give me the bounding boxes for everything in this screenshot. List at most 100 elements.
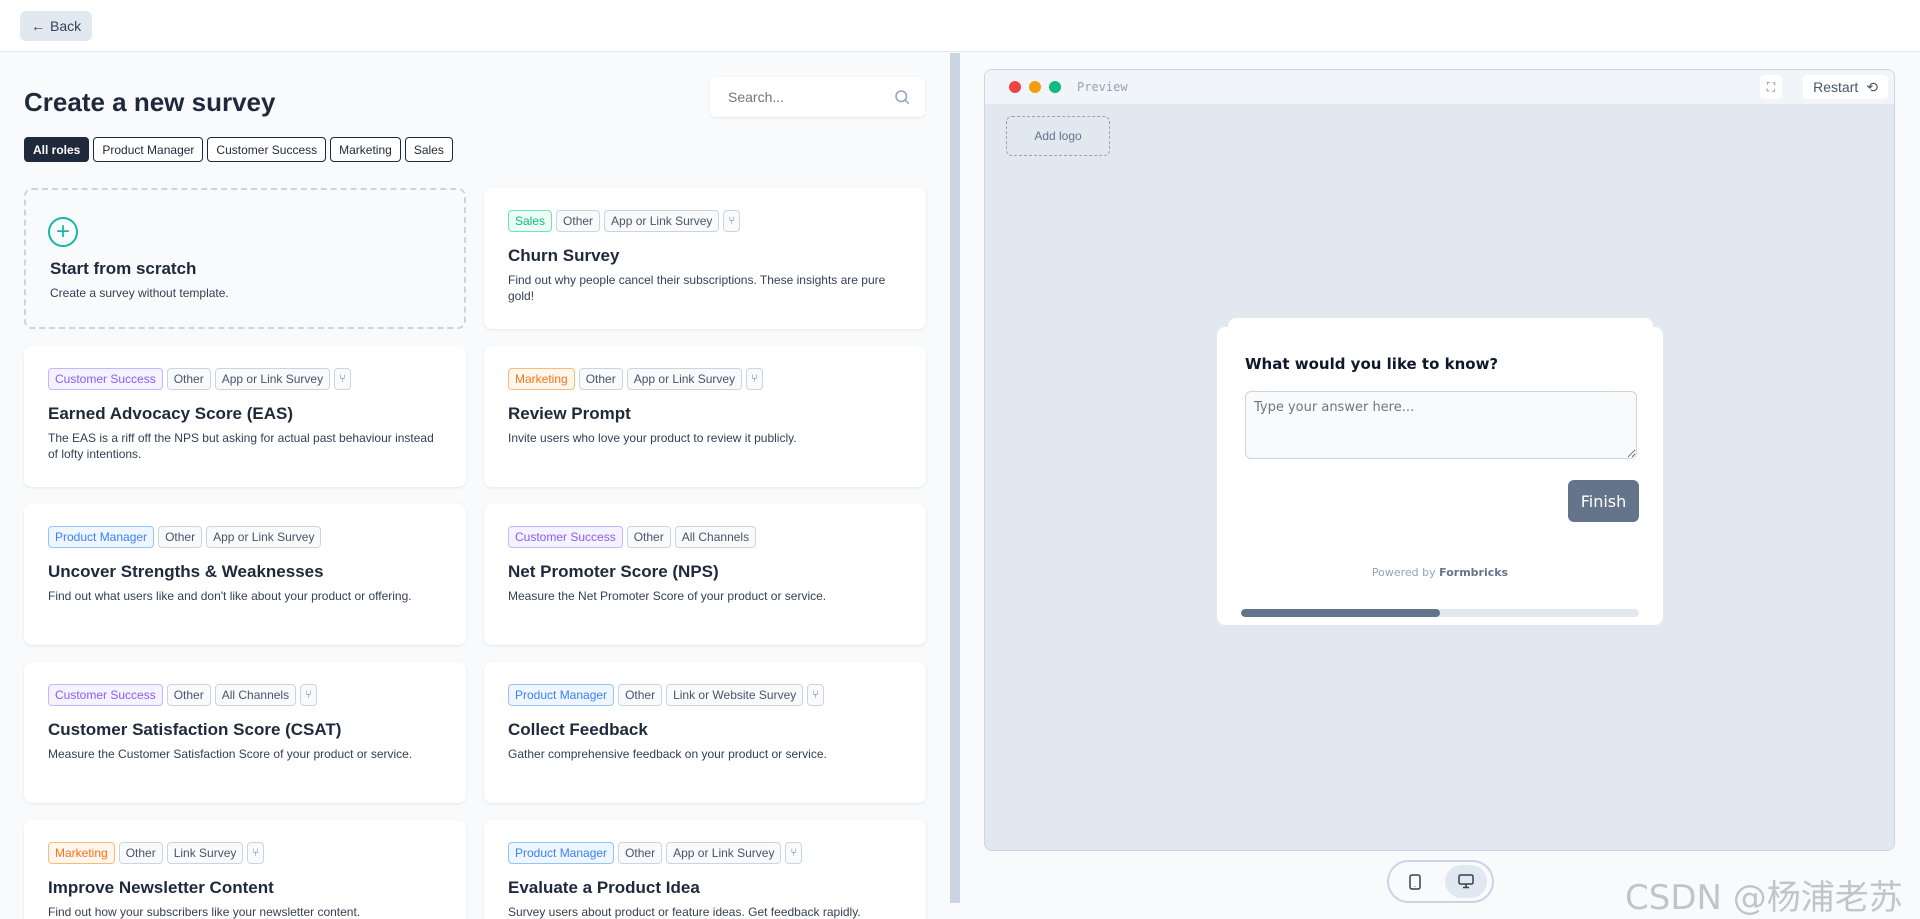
tag-row: Customer Success Other All Channels (508, 526, 902, 548)
card-title: Evaluate a Product Idea (508, 878, 700, 897)
role-chip[interactable]: All roles (24, 137, 90, 162)
tag: Other (618, 684, 663, 706)
search-input[interactable] (728, 89, 878, 105)
tag: Other (166, 368, 211, 390)
card-title: Review Prompt (508, 404, 631, 423)
role-tag: Product Manager (508, 842, 615, 864)
role-chip[interactable]: Marketing (330, 137, 401, 162)
preview-header: Preview ⛶ Restart ⟲ (985, 70, 1894, 104)
progress-bar (1241, 609, 1639, 617)
card-title: Earned Advocacy Score (EAS) (48, 404, 294, 423)
preview-window: Preview ⛶ Restart ⟲ Add logo What would y… (984, 69, 1895, 851)
tag: Other (118, 842, 163, 864)
branching-icon: ⑂ (334, 368, 351, 390)
template-card[interactable]: Sales Other App or Link Survey ⑂ Churn Surv… (484, 188, 926, 329)
template-card[interactable]: Product Manager Other App or Link Survey U… (24, 504, 466, 645)
tag: All Channels (214, 684, 297, 706)
tag-row: Customer Success Other All Channels ⑂ (48, 684, 442, 706)
role-tag: Customer Success (48, 368, 163, 390)
card-description: Measure the Customer Satisfaction Score … (48, 747, 413, 761)
template-card[interactable]: Product Manager Other Link or Website Surv… (484, 662, 926, 803)
tag-row: Product Manager Other App or Link Survey (48, 526, 442, 548)
card-title: Customer Satisfaction Score (CSAT) (48, 720, 342, 739)
tag: Other (578, 368, 623, 390)
card-description: Gather comprehensive feedback on your pr… (508, 747, 827, 761)
template-card[interactable]: Product Manager Other App or Link Survey ⑂ … (484, 820, 926, 919)
branching-icon: ⑂ (785, 842, 803, 864)
tag: Link Survey (166, 842, 244, 864)
role-chip[interactable]: Customer Success (207, 137, 327, 162)
card-title: Uncover Strengths & Weaknesses (48, 562, 324, 581)
tag-row: Sales Other App or Link Survey ⑂ (508, 210, 902, 232)
search-box[interactable] (710, 77, 925, 117)
card-title: Churn Survey (508, 246, 620, 265)
card-description: Measure the Net Promoter Score of your p… (508, 589, 827, 603)
expand-icon[interactable]: ⛶ (1760, 75, 1782, 99)
tag-row: Product Manager Other Link or Website Surv… (508, 684, 902, 706)
tag-row: Marketing Other App or Link Survey ⑂ (508, 368, 902, 390)
role-tag: Marketing (48, 842, 115, 864)
start-from-scratch-card[interactable]: + Start from scratch Create a survey wit… (24, 188, 466, 329)
tag: App or Link Survey (626, 368, 743, 390)
role-chip[interactable]: Sales (404, 137, 453, 162)
card-description: Find out what users like and don't like … (48, 589, 412, 603)
back-button[interactable]: ← Back (20, 11, 93, 41)
branching-icon: ⑂ (746, 368, 763, 390)
role-tag: Customer Success (48, 684, 163, 706)
finish-button[interactable]: Finish (1568, 480, 1639, 522)
branching-icon: ⑂ (247, 842, 265, 864)
plus-circle-icon: + (48, 217, 78, 247)
arrow-left-icon: ← (31, 18, 45, 34)
add-logo-button[interactable]: Add logo (1006, 116, 1110, 156)
template-card[interactable]: Marketing Other App or Link Survey ⑂ Review… (484, 346, 926, 487)
tag: Other (618, 842, 663, 864)
template-card[interactable]: Customer Success Other All Channels ⑂ Custo… (24, 662, 466, 803)
minimize-dot-icon (1029, 81, 1041, 93)
role-tag: Product Manager (508, 684, 615, 706)
template-card[interactable]: Customer Success Other App or Link Survey ⑂… (24, 346, 466, 487)
card-description: The EAS is a riff off the NPS but asking… (48, 431, 434, 461)
device-toggle (1387, 860, 1494, 903)
card-description: Create a survey without template. (50, 286, 229, 300)
answer-textarea[interactable] (1245, 391, 1637, 459)
question-headline: What would you like to know? (1245, 355, 1499, 373)
template-card[interactable]: Marketing Other Link Survey ⑂ Improve Newsl… (24, 820, 466, 919)
mobile-view-button[interactable] (1394, 865, 1437, 898)
role-chip[interactable]: Product Manager (93, 137, 204, 162)
template-card[interactable]: Customer Success Other All Channels Net Pr… (484, 504, 926, 645)
refresh-icon: ⟲ (1866, 78, 1878, 95)
branching-icon: ⑂ (723, 210, 741, 232)
preview-label: Preview (1077, 80, 1128, 94)
tag: Other (166, 684, 211, 706)
tag: Other (626, 526, 671, 548)
role-tag: Customer Success (508, 526, 623, 548)
tag-row: Product Manager Other App or Link Survey ⑂ (508, 842, 902, 864)
tag: App or Link Survey (206, 526, 322, 548)
monitor-icon (1458, 874, 1474, 889)
scrollbar[interactable] (950, 53, 960, 903)
progress-fill (1241, 609, 1440, 617)
card-description: Survey users about product or feature id… (508, 905, 861, 919)
tag: App or Link Survey (214, 368, 331, 390)
tag: Other (158, 526, 203, 548)
restart-button[interactable]: Restart ⟲ (1803, 75, 1888, 99)
survey-card: What would you like to know? Finish Powe… (1217, 327, 1663, 625)
tag: Other (556, 210, 601, 232)
maximize-dot-icon (1049, 81, 1061, 93)
card-description: Find out why people cancel their subscri… (508, 273, 886, 303)
role-tag: Marketing (508, 368, 575, 390)
tag-row: Customer Success Other App or Link Survey ⑂ (48, 368, 442, 390)
template-grid: + Start from scratch Create a survey wit… (24, 188, 926, 919)
tag: Link or Website Survey (666, 684, 804, 706)
card-title: Improve Newsletter Content (48, 878, 274, 897)
card-title: Start from scratch (50, 259, 197, 278)
tag: App or Link Survey (604, 210, 720, 232)
branching-icon: ⑂ (807, 684, 824, 706)
template-panel: Create a new survey All rolesProduct Man… (0, 53, 950, 919)
desktop-view-button[interactable] (1444, 865, 1487, 898)
tag: All Channels (674, 526, 757, 548)
branching-icon: ⑂ (300, 684, 317, 706)
smartphone-icon (1409, 873, 1421, 890)
card-title: Net Promoter Score (NPS) (508, 562, 719, 581)
card-description: Find out how your subscribers like your … (48, 905, 361, 919)
